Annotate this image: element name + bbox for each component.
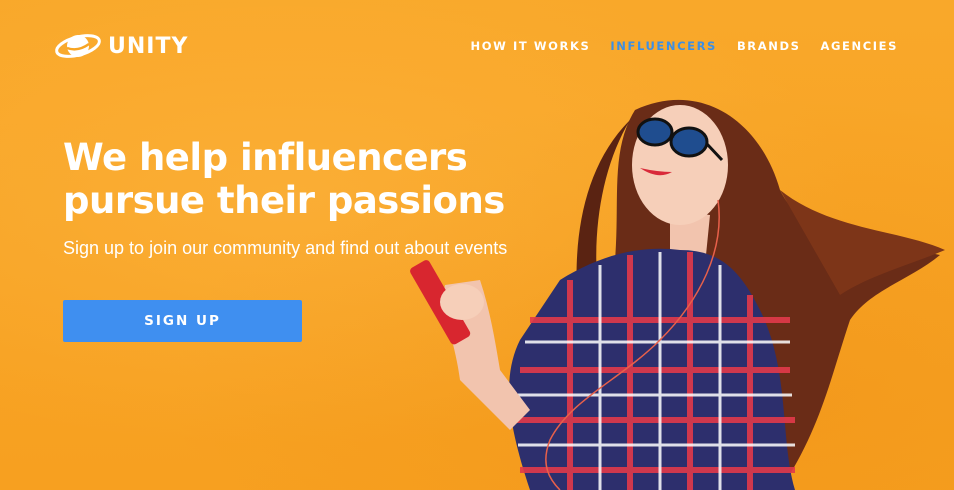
brand-name: UNITY [108,33,189,59]
nav-influencers[interactable]: INFLUENCERS [610,39,717,53]
top-navigation: UNITY HOW IT WORKS INFLUENCERS BRANDS AG… [54,26,898,66]
hero-title: We help influencers pursue their passion… [63,136,543,222]
hero-subtitle: Sign up to join our community and find o… [63,238,508,258]
hero-title-line-2: pursue their passions [63,179,505,222]
planet-logo-icon [55,34,101,58]
nav-how-it-works[interactable]: HOW IT WORKS [470,39,590,53]
hero-title-line-1: We help influencers [63,136,468,179]
nav-brands[interactable]: BRANDS [737,39,801,53]
nav-agencies[interactable]: AGENCIES [821,39,898,53]
sign-up-button[interactable]: SIGN UP [63,300,302,342]
nav-menu: HOW IT WORKS INFLUENCERS BRANDS AGENCIES [470,39,898,53]
brand-logo[interactable]: UNITY [54,28,188,64]
hero-section: We help influencers pursue their passion… [63,136,543,259]
